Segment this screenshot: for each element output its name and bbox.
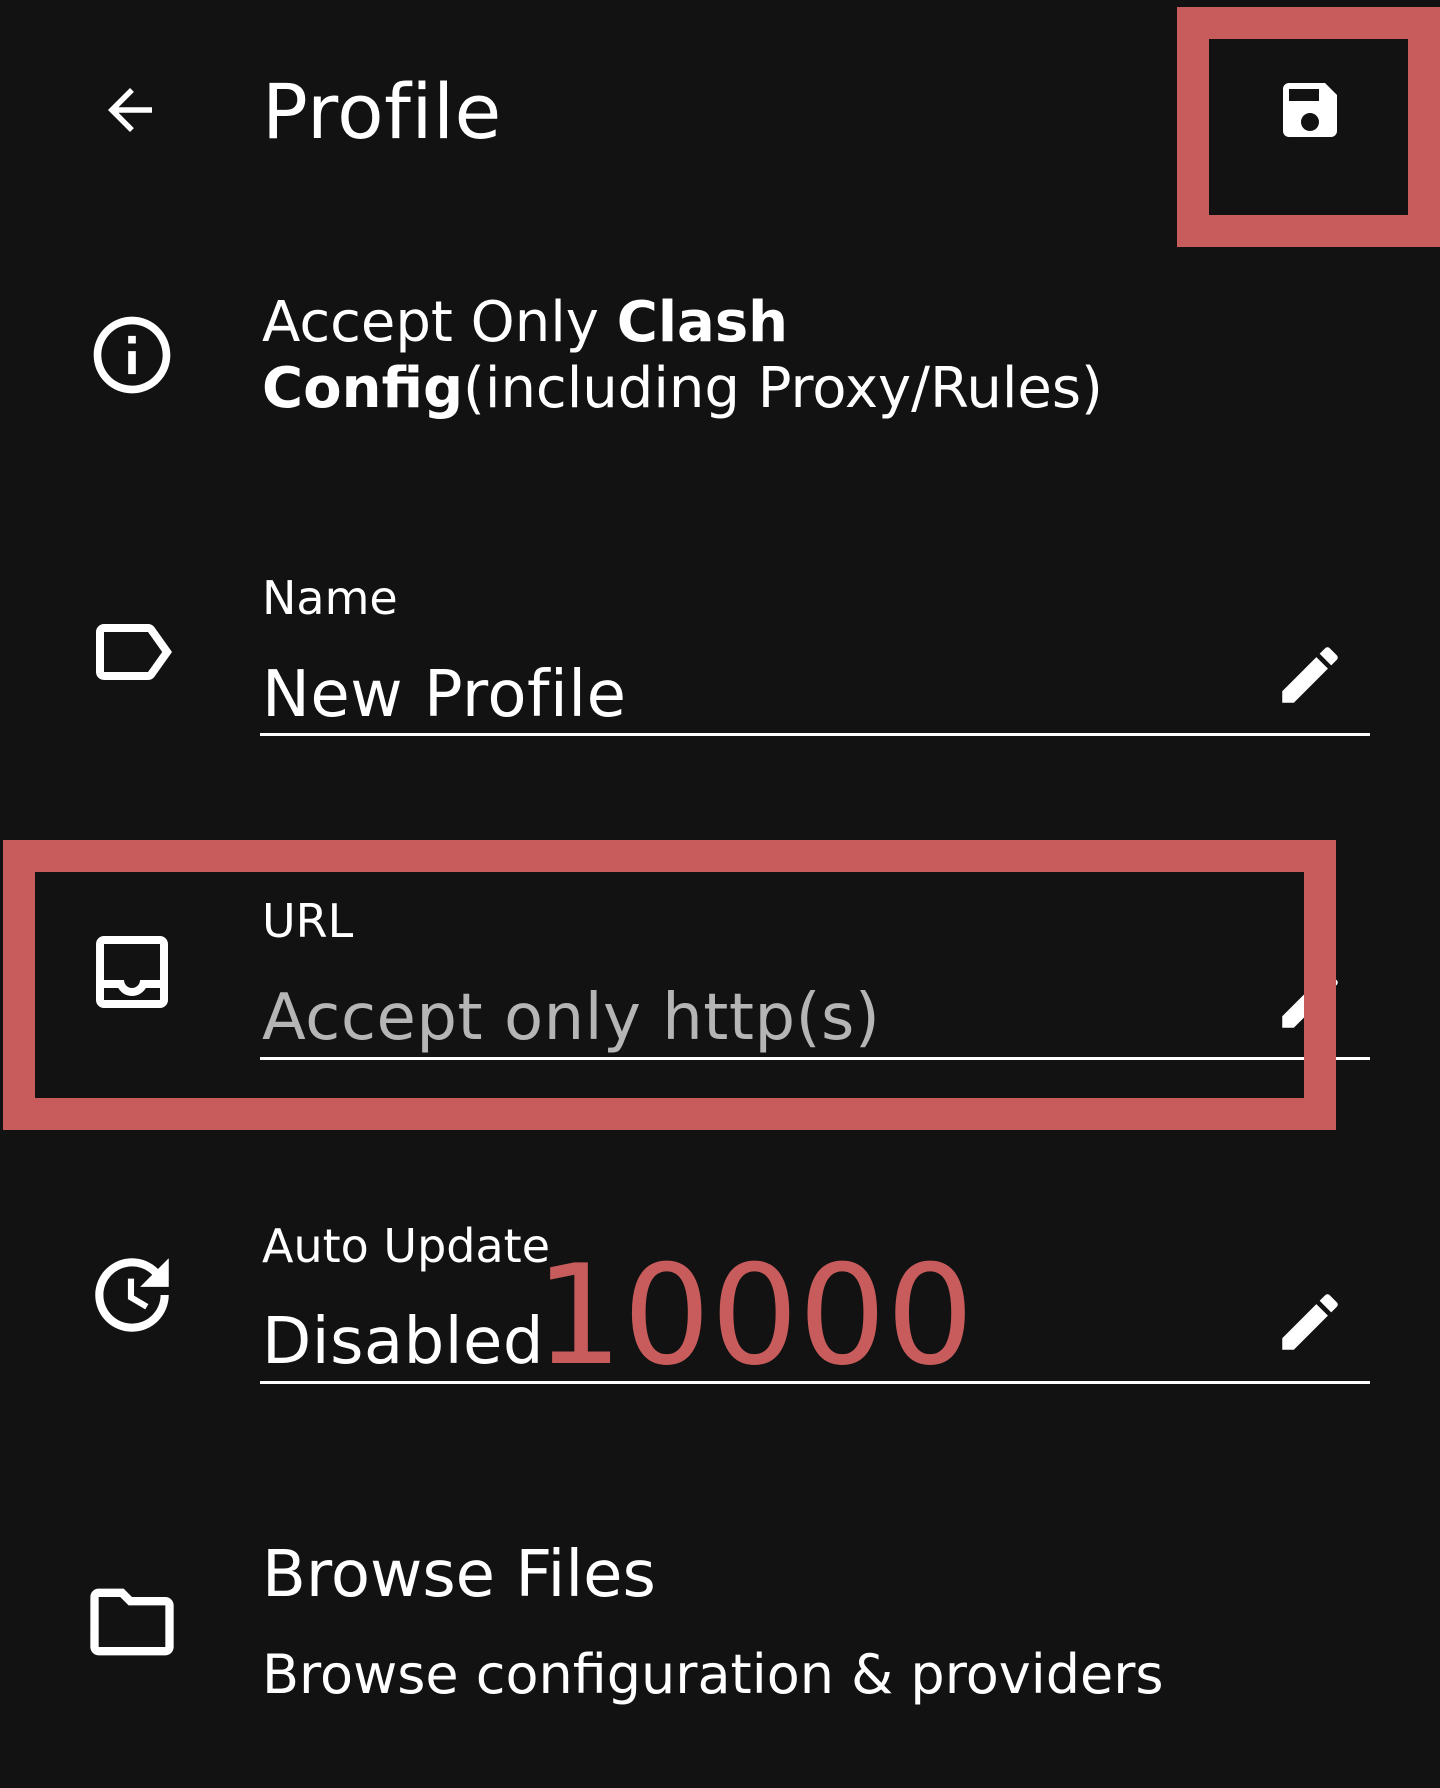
back-button[interactable]: [80, 60, 180, 160]
info-message: Accept Only Clash Config(including Proxy…: [262, 290, 1262, 422]
update-icon: [82, 1245, 182, 1345]
url-field-highlight: [3, 840, 1336, 1130]
arrow-back-icon: [108, 88, 152, 132]
save-button-highlight: [1177, 7, 1440, 247]
auto-update-label: Auto Update: [262, 1219, 551, 1273]
pencil-icon: [1282, 1294, 1338, 1350]
name-field[interactable]: New Profile: [262, 655, 626, 735]
browse-files-subtitle: Browse configuration & providers: [262, 1643, 1164, 1706]
info-text-prefix: Accept Only: [262, 290, 617, 355]
info-icon: [82, 305, 182, 405]
edit-name-button[interactable]: [1265, 630, 1355, 720]
pencil-icon: [1282, 647, 1338, 703]
name-underline: [260, 733, 1370, 736]
page-title: Profile: [262, 67, 502, 156]
label-icon: [82, 602, 182, 702]
browse-files-title[interactable]: Browse Files: [262, 1535, 656, 1615]
name-label: Name: [262, 571, 398, 625]
edit-auto-update-button[interactable]: [1265, 1277, 1355, 1367]
info-text-suffix: (including Proxy/Rules): [463, 356, 1103, 421]
annotation-number: 10000: [535, 1235, 974, 1396]
folder-icon: [82, 1572, 182, 1672]
auto-update-field[interactable]: Disabled: [262, 1302, 544, 1382]
